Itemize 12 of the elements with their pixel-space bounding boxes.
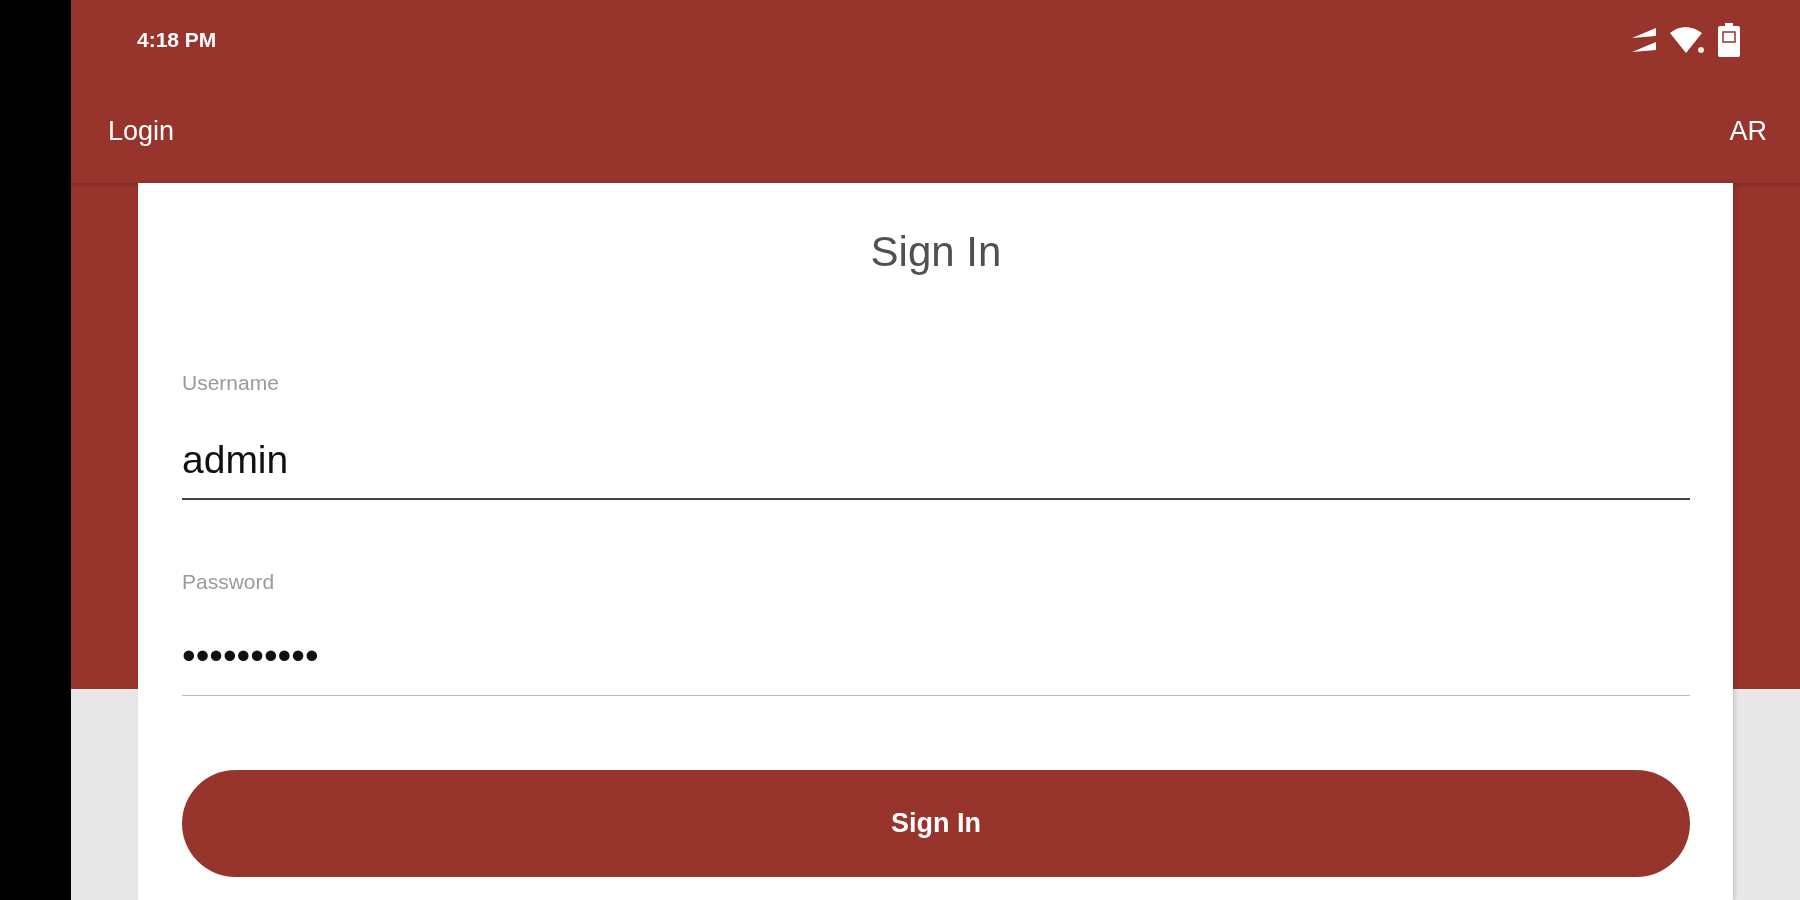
- app-bar-title: Login: [108, 116, 175, 147]
- battery-icon: [1718, 22, 1740, 57]
- text-field[interactable]: ••••••••••: [182, 594, 1690, 696]
- signal-icon: [1630, 25, 1658, 54]
- language-button[interactable]: AR: [1729, 112, 1767, 151]
- text-field[interactable]: admin: [182, 395, 1690, 500]
- status-time: 4:18 PM: [137, 28, 217, 52]
- field-label: Password: [182, 570, 276, 594]
- wifi-icon: [1669, 24, 1707, 55]
- sign-in-button[interactable]: Sign In: [182, 770, 1690, 877]
- card-title: Sign In: [870, 228, 1002, 276]
- field-label: Username: [182, 371, 280, 395]
